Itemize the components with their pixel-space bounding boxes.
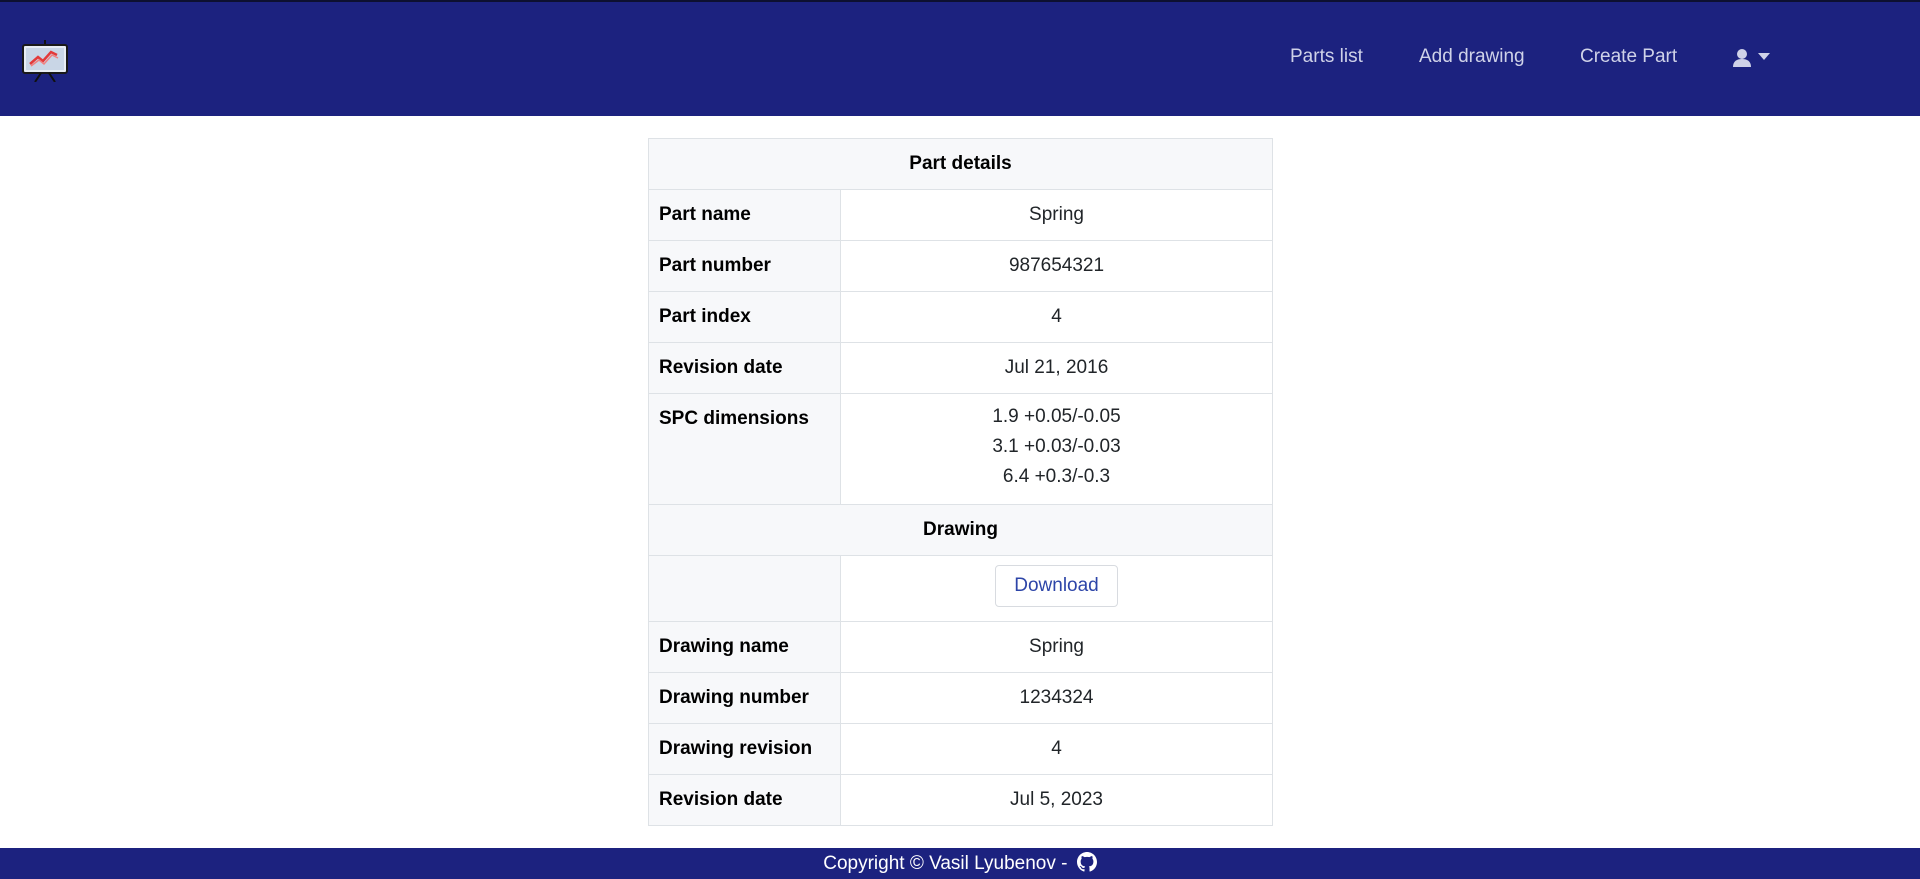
drawing-revision-date-label: Revision date [648,774,841,826]
drawing-number-value: 1234324 [840,672,1273,724]
spc-dimensions-value: 1.9 +0.05/-0.05 3.1 +0.03/-0.03 6.4 +0.3… [840,393,1273,505]
part-index-label: Part index [648,291,841,343]
part-index-value: 4 [840,291,1273,343]
spc-dimension: 6.4 +0.3/-0.3 [1002,466,1111,487]
table-row: Part number 987654321 [648,240,1273,292]
table-row: Part index 4 [648,291,1273,343]
part-number-label: Part number [648,240,841,292]
drawing-name-value: Spring [840,621,1273,673]
table-row: Drawing number 1234324 [648,672,1273,724]
drawing-revision-value: 4 [840,723,1273,775]
nav-create-part[interactable]: Create Part [1580,46,1677,68]
spc-dimensions-label: SPC dimensions [648,393,841,505]
spc-dimension: 3.1 +0.03/-0.03 [992,436,1121,457]
spc-dimension: 1.9 +0.05/-0.05 [992,406,1121,427]
caret-down-icon [1758,53,1770,60]
part-name-value: Spring [840,189,1273,241]
drawing-header: Drawing [648,504,1273,556]
download-cell: Download [840,555,1273,622]
revision-date-value: Jul 21, 2016 [840,342,1273,394]
table-row: Revision date Jul 21, 2016 [648,342,1273,394]
part-details-table: Part details Part name Spring Part numbe… [648,138,1273,826]
part-details-header: Part details [648,138,1273,190]
table-row: Part name Spring [648,189,1273,241]
table-row: SPC dimensions 1.9 +0.05/-0.05 3.1 +0.03… [648,393,1273,505]
revision-date-label: Revision date [648,342,841,394]
drawing-revision-label: Drawing revision [648,723,841,775]
part-number-value: 987654321 [840,240,1273,292]
top-navbar: Parts list Add drawing Create Part [0,0,1920,116]
table-row: Download [648,555,1273,622]
part-name-label: Part name [648,189,841,241]
footer: Copyright © Vasil Lyubenov - [0,848,1920,879]
user-icon [1733,49,1751,67]
nav-add-drawing[interactable]: Add drawing [1419,46,1525,68]
github-icon[interactable] [1076,852,1097,872]
empty-label-cell [648,555,841,622]
nav-parts-list[interactable]: Parts list [1290,46,1363,68]
user-menu-dropdown[interactable] [1731,48,1773,70]
nav-links: Parts list Add drawing Create Part [0,2,1920,118]
table-row: Drawing revision 4 [648,723,1273,775]
drawing-revision-date-value: Jul 5, 2023 [840,774,1273,826]
table-row: Revision date Jul 5, 2023 [648,774,1273,826]
drawing-name-label: Drawing name [648,621,841,673]
drawing-number-label: Drawing number [648,672,841,724]
download-button[interactable]: Download [995,565,1118,607]
copyright-text: Copyright © Vasil Lyubenov - [823,853,1068,874]
table-row: Drawing name Spring [648,621,1273,673]
